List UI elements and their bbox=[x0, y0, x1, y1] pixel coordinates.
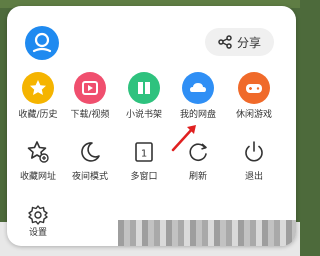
cloud-icon bbox=[182, 72, 214, 104]
menu-item-label: 收藏/历史 bbox=[18, 110, 58, 120]
menu-item-label: 刷新 bbox=[188, 172, 207, 182]
star-icon bbox=[22, 72, 54, 104]
menu-item-label: 多窗口 bbox=[130, 172, 158, 182]
red-arrow-annotation bbox=[171, 125, 196, 152]
share-button[interactable]: 分享 bbox=[205, 28, 274, 56]
menu-item-label: 设置 bbox=[28, 228, 47, 238]
avatar[interactable] bbox=[25, 26, 59, 60]
menu-item-label: 退出 bbox=[244, 172, 263, 182]
gamepad-icon bbox=[238, 72, 270, 104]
menu-item-settings[interactable]: 设置 bbox=[8, 204, 68, 239]
menu-item-label: 休闲游戏 bbox=[235, 110, 272, 120]
pixelated-overlay bbox=[118, 220, 296, 246]
menu-item-label: 小说书架 bbox=[125, 110, 162, 120]
menu-item-novel-bookshelf[interactable]: 小说书架 bbox=[114, 72, 174, 121]
menu-item-downloads-video[interactable]: 下载/视频 bbox=[60, 72, 120, 121]
share-icon bbox=[218, 35, 232, 49]
download-video-icon bbox=[74, 72, 106, 104]
menu-item-my-cloud-disk[interactable]: 我的网盘 bbox=[168, 72, 228, 121]
menu-panel: 分享 收藏/历史 下载/视频 小说书架 我的网盘 休闲游戏 收藏网址 夜间模式 … bbox=[7, 6, 296, 246]
menu-item-favorites-history[interactable]: 收藏/历史 bbox=[8, 72, 68, 121]
power-icon bbox=[245, 141, 263, 162]
menu-item-bookmark-site[interactable]: 收藏网址 bbox=[8, 138, 68, 183]
window-count: 1 bbox=[141, 149, 147, 160]
menu-item-label: 夜间模式 bbox=[71, 172, 108, 182]
menu-item-label: 下载/视频 bbox=[70, 110, 110, 120]
moon-icon bbox=[81, 142, 100, 162]
share-label: 分享 bbox=[236, 35, 261, 50]
gear-icon bbox=[28, 205, 48, 225]
window-icon: 1 bbox=[135, 142, 153, 162]
menu-item-exit[interactable]: 退出 bbox=[224, 138, 284, 183]
menu-item-night-mode[interactable]: 夜间模式 bbox=[60, 138, 120, 183]
menu-item-label: 收藏网址 bbox=[19, 172, 56, 182]
book-icon bbox=[128, 72, 160, 104]
menu-item-casual-games[interactable]: 休闲游戏 bbox=[224, 72, 284, 121]
user-icon bbox=[32, 32, 52, 53]
menu-item-multi-window[interactable]: 1 多窗口 bbox=[114, 138, 174, 183]
star-add-icon bbox=[27, 141, 49, 163]
